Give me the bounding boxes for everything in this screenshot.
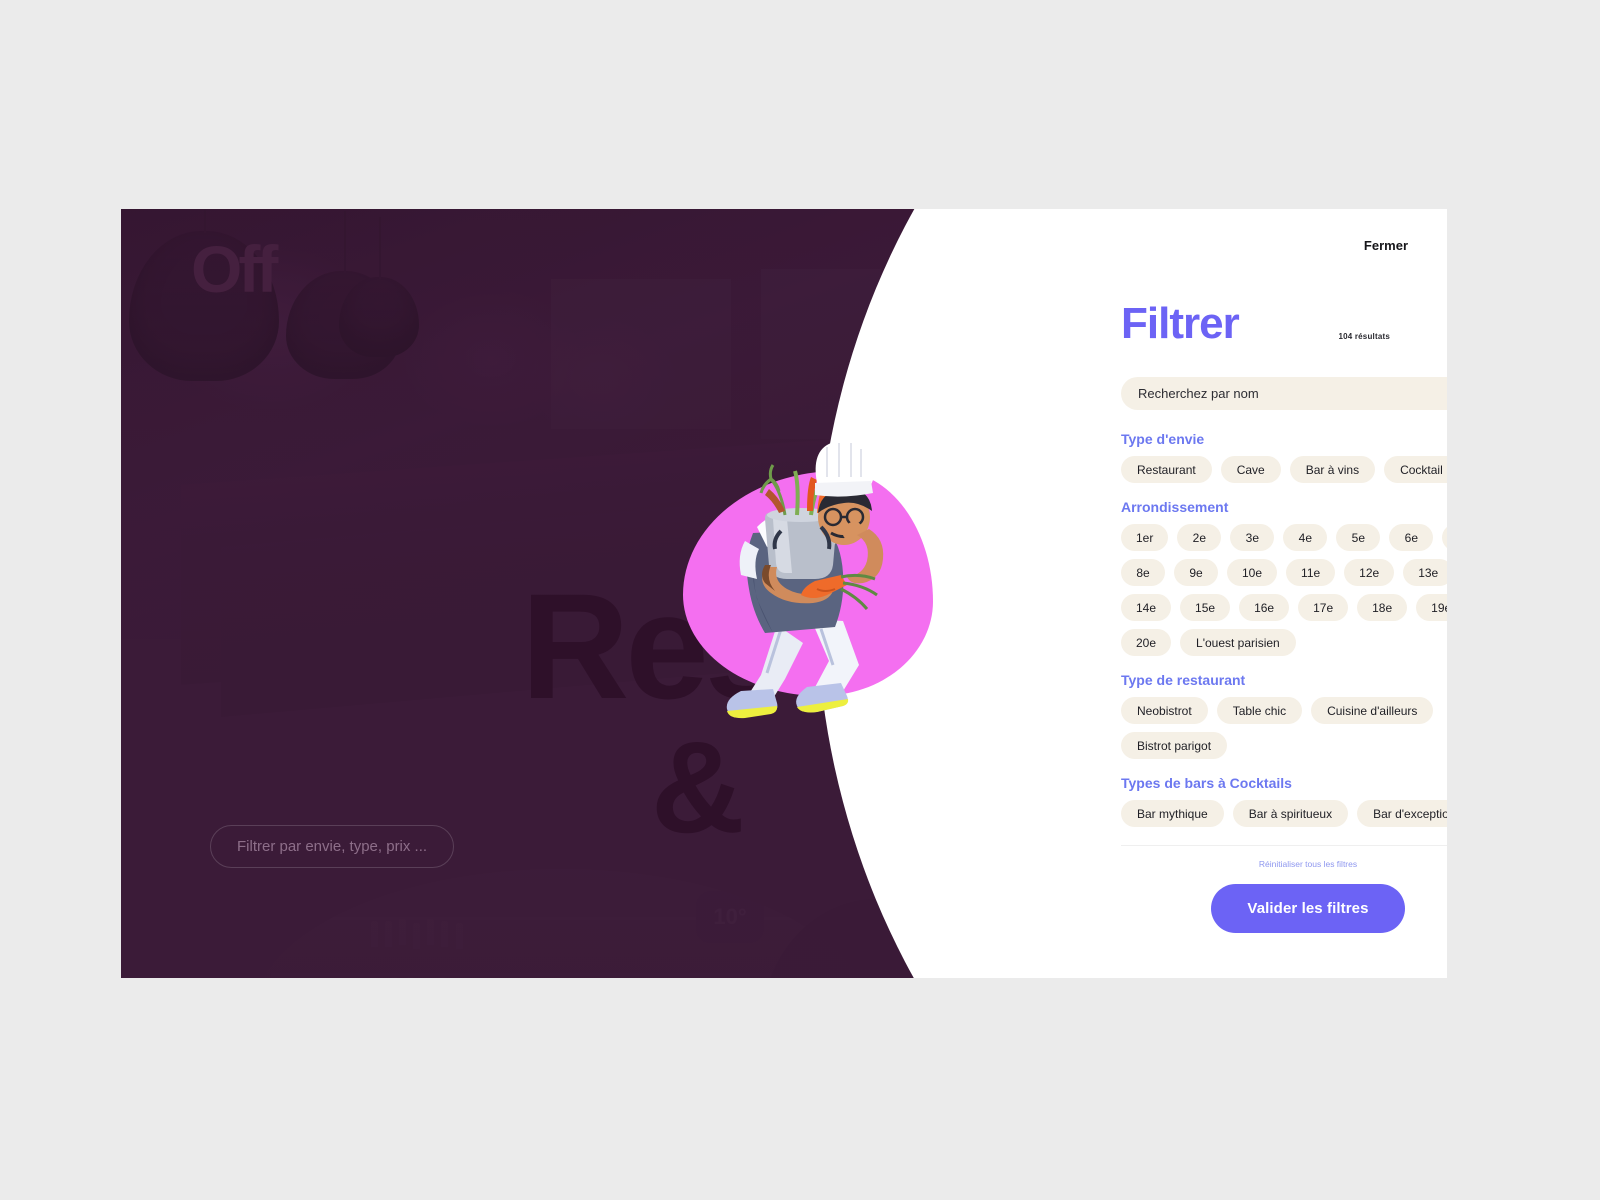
ghost-heading-ampersand: & [651, 714, 745, 860]
filter-chip[interactable]: 16e [1239, 594, 1290, 621]
filter-chip[interactable]: 11e [1286, 559, 1336, 586]
filter-chip[interactable]: 2e [1177, 524, 1222, 551]
filter-chip[interactable]: 6e [1389, 524, 1434, 551]
filter-sections: Type d'envieRéinitialiser Restaurant Cave B… [1121, 431, 1447, 933]
filter-chip[interactable]: 18e [1357, 594, 1408, 621]
filter-section-title: Type de restaurant [1121, 672, 1246, 688]
shelf-decor [551, 279, 731, 429]
filter-chip[interactable]: Restaurant [1121, 456, 1212, 483]
filter-section-header: Type de restaurantRéinitialiser [1121, 672, 1447, 688]
filter-modal-card: 10° Off Resto & Filtrer par envie, type,… [121, 209, 1447, 978]
filter-section: Type de restaurantRéinitialiser Neobistro… [1121, 672, 1447, 759]
filter-chip[interactable]: Cuisine d'ailleurs [1311, 697, 1434, 724]
filter-section: ArrondissementRéinitialiser 1er 2e 3e 4e 5e 6e… [1121, 499, 1447, 656]
filter-chip-group: Bar mythique Bar à spiritueux Bar d'except… [1121, 800, 1447, 827]
filter-chip[interactable]: 17e [1298, 594, 1349, 621]
page-title: Filtrer [1121, 299, 1240, 348]
filter-chip[interactable]: 8e [1121, 559, 1165, 586]
filter-section-title: Arrondissement [1121, 499, 1229, 515]
filter-chip[interactable]: 1er [1121, 524, 1169, 551]
filter-section-header: ArrondissementRéinitialiser [1121, 499, 1447, 515]
filter-chip[interactable]: 15e [1180, 594, 1231, 621]
filter-chip[interactable]: 9e [1174, 559, 1218, 586]
validate-filters-button[interactable]: Valider les filtres [1211, 884, 1405, 933]
search-input-placeholder: Recherchez par nom [1138, 386, 1259, 401]
filter-chip[interactable]: 20e [1121, 629, 1172, 656]
close-button[interactable]: Fermer [1364, 238, 1408, 253]
filter-chip[interactable]: Bar mythique [1121, 800, 1224, 827]
filter-chip[interactable]: 5e [1336, 524, 1381, 551]
filter-chip[interactable]: L'ouest parisien [1180, 629, 1296, 656]
filter-chip[interactable]: Cave [1220, 456, 1281, 483]
filter-chip[interactable]: Neobistrot [1121, 697, 1208, 724]
reset-all-filters-link[interactable]: Réinitialiser tous les filtres [1121, 859, 1447, 869]
filter-panel: Fermer Filtrer 104 résultats Recherchez … [1000, 209, 1447, 978]
filter-chip[interactable]: Bar à spiritueux [1232, 800, 1349, 827]
filter-chip[interactable]: 13e [1403, 559, 1447, 586]
filter-section: Types de bars à CocktailsRéinitialiser Ba… [1121, 775, 1447, 827]
filter-chip[interactable]: 4e [1283, 524, 1328, 551]
filter-chip[interactable]: Bar à vins [1289, 456, 1376, 483]
filter-chip[interactable]: 12e [1344, 559, 1395, 586]
validate-button-wrap: Valider les filtres [1121, 884, 1447, 933]
filter-section-header: Types de bars à CocktailsRéinitialiser [1121, 775, 1447, 791]
filter-section-title: Types de bars à Cocktails [1121, 775, 1292, 791]
filter-chip[interactable]: Bar d'exception [1357, 800, 1447, 827]
filter-section: Type d'envieRéinitialiser Restaurant Cave B… [1121, 431, 1447, 483]
filter-chip-group: Restaurant Cave Bar à vins Cocktail Bar [1121, 456, 1447, 483]
pendant-lamp-icon [339, 217, 419, 357]
filter-section-title: Type d'envie [1121, 431, 1205, 447]
filter-chip[interactable]: 10e [1227, 559, 1278, 586]
off-logo: Off [191, 232, 278, 306]
chef-illustration [661, 429, 941, 729]
filter-chip-group: 1er 2e 3e 4e 5e 6e 7e 8e 9e 10e 11e 12e 13e 14e 15e 16e… [1121, 524, 1447, 656]
filter-chip[interactable]: 7e [1442, 524, 1447, 551]
discount-badge: 10° [696, 891, 764, 943]
filter-chip[interactable]: Cocktail Bar [1384, 456, 1447, 483]
filter-chip-group: Neobistrot Table chic Cuisine d'ailleurs Bi… [1121, 697, 1447, 759]
background-filter-pill[interactable]: Filtrer par envie, type, prix ... [210, 825, 455, 868]
filter-chip[interactable]: 14e [1121, 594, 1172, 621]
filter-chip[interactable]: 19e [1416, 594, 1447, 621]
chef-character-icon [726, 438, 884, 719]
results-count: 104 résultats [1338, 332, 1390, 341]
filter-chip[interactable]: Bistrot parigot [1121, 732, 1228, 759]
footer-divider [1121, 845, 1447, 846]
search-input[interactable]: Recherchez par nom [1121, 377, 1447, 410]
filter-chip[interactable]: 3e [1230, 524, 1275, 551]
filter-chip[interactable]: Table chic [1216, 697, 1303, 724]
filter-section-header: Type d'envieRéinitialiser [1121, 431, 1447, 447]
